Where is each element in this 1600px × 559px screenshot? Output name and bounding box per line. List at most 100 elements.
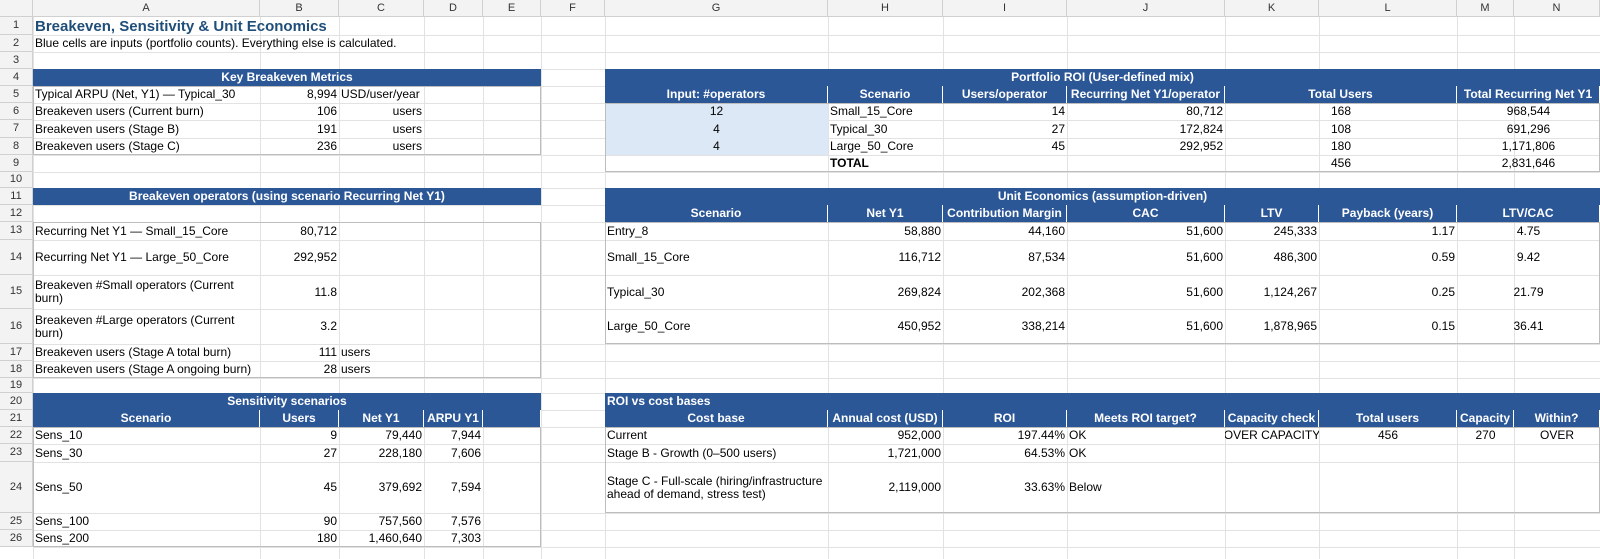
unit-econ-cell[interactable]: 1.17 (1319, 222, 1457, 240)
unit-econ-cell[interactable]: 486,300 (1225, 240, 1319, 275)
sensitivity-cell[interactable]: Sens_200 (33, 530, 260, 547)
unit-econ-cell[interactable]: 0.15 (1319, 309, 1457, 344)
unit-econ-cell[interactable]: Typical_30 (605, 275, 828, 309)
row-header-7[interactable]: 7 (0, 120, 33, 138)
sensitivity-cell[interactable]: 7,944 (424, 427, 483, 444)
row-header-8[interactable]: 8 (0, 138, 33, 155)
key-metric-label[interactable]: Breakeven users (Stage C) (33, 138, 260, 155)
unit-econ-cell[interactable]: 0.25 (1319, 275, 1457, 309)
roi-col-header[interactable]: Annual cost (USD) (828, 410, 943, 427)
portfolio-header[interactable]: Portfolio ROI (User-defined mix) (605, 69, 1600, 86)
sensitivity-cell[interactable]: Sens_50 (33, 462, 260, 513)
unit-econ-col-header[interactable]: Net Y1 (828, 205, 943, 222)
portfolio-cell[interactable]: 108 (1225, 120, 1457, 138)
portfolio-cell[interactable]: 968,544 (1457, 103, 1600, 120)
column-header-k[interactable]: K (1225, 0, 1319, 17)
sensitivity-cell[interactable]: 379,692 (339, 462, 424, 513)
row-header-6[interactable]: 6 (0, 103, 33, 120)
unit-econ-cell[interactable]: 44,160 (943, 222, 1067, 240)
unit-econ-cell[interactable]: 1,124,267 (1225, 275, 1319, 309)
key-metric-label[interactable]: Typical ARPU (Net, Y1) — Typical_30 (33, 86, 260, 103)
row-header-19[interactable]: 19 (0, 378, 33, 393)
breakeven-operators-header[interactable]: Breakeven operators (using scenario Recu… (33, 188, 541, 205)
roi-cell[interactable]: 456 (1319, 427, 1457, 444)
portfolio-cell[interactable]: 292,952 (1067, 138, 1225, 155)
sensitivity-cell[interactable]: 7,606 (424, 444, 483, 462)
breakeven-ops-label[interactable]: Breakeven #Large operators (Current burn… (33, 309, 260, 344)
column-header-b[interactable]: B (260, 0, 339, 17)
key-metric-value[interactable]: 191 (260, 120, 339, 138)
roi-cell[interactable]: 64.53% (943, 444, 1067, 462)
sheet-subtitle[interactable]: Blue cells are inputs (portfolio counts)… (33, 35, 1225, 52)
roi-cell[interactable]: 33.63% (943, 462, 1067, 513)
row-header-16[interactable]: 16 (0, 309, 33, 344)
breakeven-ops-label[interactable]: Breakeven #Small operators (Current burn… (33, 275, 260, 309)
column-header-n[interactable]: N (1514, 0, 1600, 17)
column-header-h[interactable]: H (828, 0, 943, 17)
unit-economics-header[interactable]: Unit Economics (assumption-driven) (605, 188, 1600, 205)
key-metric-unit[interactable]: users (339, 138, 424, 155)
row-header-2[interactable]: 2 (0, 35, 33, 52)
row-header-4[interactable]: 4 (0, 69, 33, 86)
roi-cell[interactable]: Stage B - Growth (0–500 users) (605, 444, 828, 462)
sensitivity-col-header[interactable]: ARPU Y1 (424, 410, 483, 427)
portfolio-cell[interactable]: 180 (1225, 138, 1457, 155)
sensitivity-cell[interactable]: Sens_100 (33, 513, 260, 530)
roi-col-header[interactable]: Total users (1319, 410, 1457, 427)
sensitivity-col-header[interactable]: Users (260, 410, 339, 427)
row-header-14[interactable]: 14 (0, 240, 33, 275)
roi-cell[interactable]: 952,000 (828, 427, 943, 444)
portfolio-cell[interactable]: Typical_30 (828, 120, 943, 138)
portfolio-total-net[interactable]: 2,831,646 (1457, 155, 1600, 172)
row-header-18[interactable]: 18 (0, 361, 33, 378)
unit-econ-cell[interactable]: 51,600 (1067, 222, 1225, 240)
key-metric-label[interactable]: Breakeven users (Stage B) (33, 120, 260, 138)
unit-econ-cell[interactable]: 87,534 (943, 240, 1067, 275)
breakeven-ops-value[interactable]: 28 (260, 361, 339, 378)
row-header-1[interactable]: 1 (0, 17, 33, 35)
breakeven-ops-unit[interactable]: users (339, 344, 424, 361)
row-header-3[interactable]: 3 (0, 52, 33, 69)
sensitivity-cell[interactable]: 45 (260, 462, 339, 513)
unit-econ-cell[interactable]: Entry_8 (605, 222, 828, 240)
unit-econ-col-header[interactable]: Payback (years) (1319, 205, 1457, 222)
sensitivity-cell[interactable]: Sens_30 (33, 444, 260, 462)
key-metric-value[interactable]: 8,994 (260, 86, 339, 103)
column-header-a[interactable]: A (33, 0, 260, 17)
key-metric-unit[interactable]: USD/user/year (339, 86, 424, 103)
roi-col-header[interactable]: Meets ROI target? (1067, 410, 1225, 427)
portfolio-col-header[interactable]: Total Recurring Net Y1 (1457, 86, 1600, 103)
row-header-20[interactable]: 20 (0, 393, 33, 410)
sensitivity-col-header[interactable]: Scenario (33, 410, 260, 427)
key-metric-unit[interactable]: users (339, 120, 424, 138)
roi-cell[interactable]: Stage C - Full-scale (hiring/infrastruct… (605, 462, 828, 513)
column-header-d[interactable]: D (424, 0, 483, 17)
breakeven-ops-label[interactable]: Recurring Net Y1 — Large_50_Core (33, 240, 260, 275)
roi-cell[interactable]: OVER (1514, 427, 1600, 444)
unit-econ-cell[interactable]: 116,712 (828, 240, 943, 275)
portfolio-col-header[interactable]: Recurring Net Y1/operator (1067, 86, 1225, 103)
row-header-21[interactable]: 21 (0, 410, 33, 427)
breakeven-ops-value[interactable]: 292,952 (260, 240, 339, 275)
unit-econ-col-header[interactable]: LTV (1225, 205, 1319, 222)
unit-econ-col-header[interactable]: Scenario (605, 205, 828, 222)
breakeven-ops-value[interactable]: 11.8 (260, 275, 339, 309)
column-header-m[interactable]: M (1457, 0, 1514, 17)
unit-econ-cell[interactable]: 338,214 (943, 309, 1067, 344)
roi-cell[interactable]: OK (1067, 427, 1225, 444)
portfolio-cell[interactable]: 45 (943, 138, 1067, 155)
unit-econ-cell[interactable]: 51,600 (1067, 275, 1225, 309)
sensitivity-cell[interactable]: Sens_10 (33, 427, 260, 444)
unit-econ-cell[interactable]: 4.75 (1457, 222, 1600, 240)
portfolio-cell[interactable]: 172,824 (1067, 120, 1225, 138)
portfolio-cell[interactable]: Small_15_Core (828, 103, 943, 120)
portfolio-col-header[interactable]: Scenario (828, 86, 943, 103)
unit-econ-cell[interactable]: 9.42 (1457, 240, 1600, 275)
roi-cell[interactable]: OK (1067, 444, 1225, 462)
roi-cell[interactable]: 2,119,000 (828, 462, 943, 513)
row-header-13[interactable]: 13 (0, 222, 33, 240)
select-all-corner[interactable] (0, 0, 33, 17)
row-header-17[interactable]: 17 (0, 344, 33, 361)
sensitivity-cell[interactable]: 757,560 (339, 513, 424, 530)
breakeven-ops-label[interactable]: Breakeven users (Stage A ongoing burn) (33, 361, 260, 378)
